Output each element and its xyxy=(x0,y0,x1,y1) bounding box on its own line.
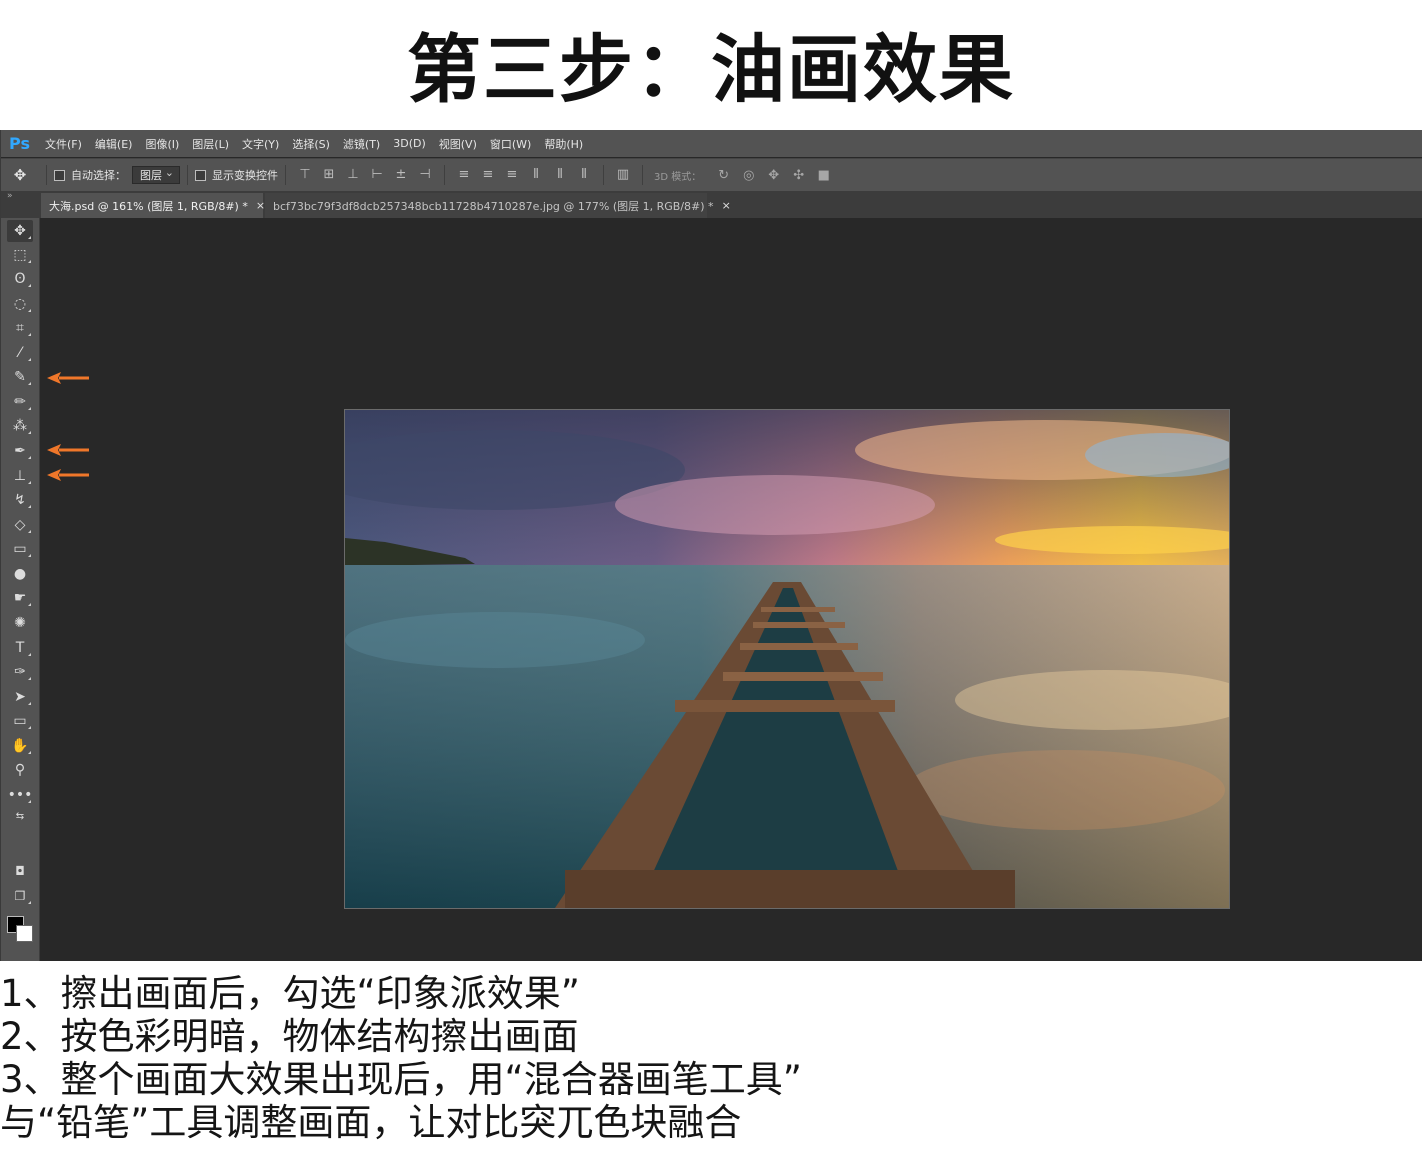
caption-line: 3、整个画面大效果出现后，用“混合器画笔工具” xyxy=(0,1058,802,1101)
tab-label: bcf73bc79f3df8dcb257348bcb11728b4710287e… xyxy=(273,199,714,213)
background-color-swatch[interactable] xyxy=(16,925,33,942)
menu-image[interactable]: 图像(I) xyxy=(145,136,179,152)
divider xyxy=(603,165,604,185)
arrow-icon xyxy=(47,372,89,384)
align-buttons: ⊤ ⊞ ⊥ ⊢ ± ⊣ xyxy=(293,166,437,184)
sponge-tool-icon[interactable]: ✺ xyxy=(7,612,33,634)
art-history-brush-tool-icon[interactable]: ↯ xyxy=(7,489,33,511)
options-bar: ✥ 自动选择： 图层 显示变换控件 ⊤ ⊞ ⊥ ⊢ ± ⊣ ≡ ≡ ≡ ⦀ ⦀ … xyxy=(1,158,1422,191)
pen-tool-icon[interactable]: ✑ xyxy=(7,661,33,683)
3d-mode-label: 3D 模式： xyxy=(654,171,702,183)
close-icon[interactable]: × xyxy=(722,199,731,212)
document-tab-active[interactable]: 大海.psd @ 161% (图层 1, RGB/8#) * × xyxy=(41,193,265,218)
quick-selection-tool-icon[interactable]: ◌ xyxy=(7,293,33,315)
show-transform-label: 显示变换控件 xyxy=(212,169,278,182)
caption-line: 1、擦出画面后，勾选“印象派效果” xyxy=(0,972,580,1015)
rectangle-tool-icon[interactable]: ▭ xyxy=(7,710,33,732)
caption-line: 与“铅笔”工具调整画面，让对比突兀色块融合 xyxy=(0,1101,742,1144)
menu-bar: Ps 文件(F) 编辑(E) 图像(I) 图层(L) 文字(Y) 选择(S) 滤… xyxy=(1,130,1422,157)
brush-tool-icon[interactable]: ✎ xyxy=(7,366,33,388)
color-replacement-tool-icon[interactable]: ⁂ xyxy=(7,415,33,437)
align-top-icon[interactable]: ⊤ xyxy=(293,166,317,184)
align-right-icon[interactable]: ⊣ xyxy=(413,166,437,184)
move-tool-icon[interactable]: ✥ xyxy=(7,220,33,242)
distribute-vcenter-icon[interactable]: ≡ xyxy=(476,166,500,184)
clone-stamp-tool-icon[interactable]: ⊥ xyxy=(7,465,33,487)
close-icon[interactable]: × xyxy=(256,199,265,212)
divider xyxy=(46,165,47,185)
blur-tool-icon[interactable]: ● xyxy=(7,563,33,585)
menu-filter[interactable]: 滤镜(T) xyxy=(343,136,380,152)
align-vcenter-icon[interactable]: ⊞ xyxy=(317,166,341,184)
photoshop-logo: Ps xyxy=(9,134,30,153)
menu-view[interactable]: 视图(V) xyxy=(439,136,477,152)
auto-select-dropdown[interactable]: 图层 xyxy=(132,164,180,184)
move-options-icon[interactable]: ✥ xyxy=(1,166,39,184)
menu-edit[interactable]: 编辑(E) xyxy=(95,136,133,152)
document-tab-bar: » 大海.psd @ 161% (图层 1, RGB/8#) * × bcf73… xyxy=(1,191,1422,218)
document-tab-inactive[interactable]: bcf73bc79f3df8dcb257348bcb11728b4710287e… xyxy=(265,193,731,218)
crop-tool-icon[interactable]: ⌗ xyxy=(7,317,33,339)
mixer-brush-tool-icon[interactable]: ✒ xyxy=(7,440,33,462)
marquee-tool-icon[interactable]: ⬚ xyxy=(7,244,33,266)
distribute-buttons: ≡ ≡ ≡ ⦀ ⦀ ⦀ xyxy=(452,166,596,184)
align-left-icon[interactable]: ⊢ xyxy=(365,166,389,184)
distribute-bottom-icon[interactable]: ≡ xyxy=(500,166,524,184)
distribute-top-icon[interactable]: ≡ xyxy=(452,166,476,184)
3d-camera-icon[interactable]: ■ xyxy=(811,168,836,183)
auto-select-checkbox[interactable] xyxy=(54,169,65,181)
divider xyxy=(187,165,188,185)
auto-align-icon[interactable]: ▥ xyxy=(611,166,635,184)
menu-layer[interactable]: 图层(L) xyxy=(192,136,229,152)
arrow-icon xyxy=(47,469,89,481)
canvas-image[interactable] xyxy=(344,409,1230,909)
toolbox: ✥ ⬚ ʘ ◌ ⌗ ⁄ ✎ ✏ ⁂ ✒ ⊥ ↯ ◇ ▭ ● ☛ ✺ T ✑ ➤ … xyxy=(1,218,40,961)
swap-colors-icon[interactable]: ⇆ xyxy=(7,806,33,828)
lasso-tool-icon[interactable]: ʘ xyxy=(7,268,33,290)
distribute-left-icon[interactable]: ⦀ xyxy=(524,166,548,184)
divider xyxy=(285,165,286,185)
3d-orbit-icon[interactable]: ↻ xyxy=(711,168,736,183)
path-selection-tool-icon[interactable]: ➤ xyxy=(7,686,33,708)
menu-type[interactable]: 文字(Y) xyxy=(242,136,279,152)
tab-label: 大海.psd @ 161% (图层 1, RGB/8#) * xyxy=(49,199,248,213)
more-tools-icon[interactable]: ••• xyxy=(7,784,33,806)
3d-slide-icon[interactable]: ✣ xyxy=(786,168,811,183)
caption-line: 2、按色彩明暗，物体结构擦出画面 xyxy=(0,1015,579,1058)
align-bottom-icon[interactable]: ⊥ xyxy=(341,166,365,184)
divider xyxy=(444,165,445,185)
photoshop-window: Ps 文件(F) 编辑(E) 图像(I) 图层(L) 文字(Y) 选择(S) 滤… xyxy=(0,130,1422,961)
show-transform-checkbox[interactable] xyxy=(195,169,206,181)
page-title: 第三步：油画效果 xyxy=(407,27,1015,113)
screen-mode-icon[interactable]: ❐ xyxy=(7,885,33,907)
caption: 1、擦出画面后，勾选“印象派效果” 2、按色彩明暗，物体结构擦出画面 3、整个画… xyxy=(0,972,1422,1144)
pencil-tool-icon[interactable]: ✏ xyxy=(7,391,33,413)
eraser-tool-icon[interactable]: ◇ xyxy=(7,514,33,536)
arrow-icon xyxy=(47,444,89,456)
divider xyxy=(642,165,643,185)
3d-roll-icon[interactable]: ◎ xyxy=(736,168,761,183)
3d-pan-icon[interactable]: ✥ xyxy=(761,168,786,183)
distribute-hcenter-icon[interactable]: ⦀ xyxy=(548,166,572,184)
menu-help[interactable]: 帮助(H) xyxy=(544,136,583,152)
panel-collapse-icon[interactable]: » xyxy=(7,191,13,201)
distribute-right-icon[interactable]: ⦀ xyxy=(572,166,596,184)
gradient-tool-icon[interactable]: ▭ xyxy=(7,538,33,560)
menu-file[interactable]: 文件(F) xyxy=(45,136,82,152)
zoom-tool-icon[interactable]: ⚲ xyxy=(7,759,33,781)
menu-select[interactable]: 选择(S) xyxy=(292,136,330,152)
eyedropper-tool-icon[interactable]: ⁄ xyxy=(7,342,33,364)
smudge-tool-icon[interactable]: ☛ xyxy=(7,587,33,609)
hand-tool-icon[interactable]: ✋ xyxy=(7,735,33,757)
auto-select-label: 自动选择： xyxy=(71,169,126,182)
menu-window[interactable]: 窗口(W) xyxy=(490,136,531,152)
align-hcenter-icon[interactable]: ± xyxy=(389,166,413,184)
menu-3d[interactable]: 3D(D) xyxy=(393,137,426,150)
type-tool-icon[interactable]: T xyxy=(7,637,33,659)
quick-mask-icon[interactable]: ◘ xyxy=(7,860,33,882)
